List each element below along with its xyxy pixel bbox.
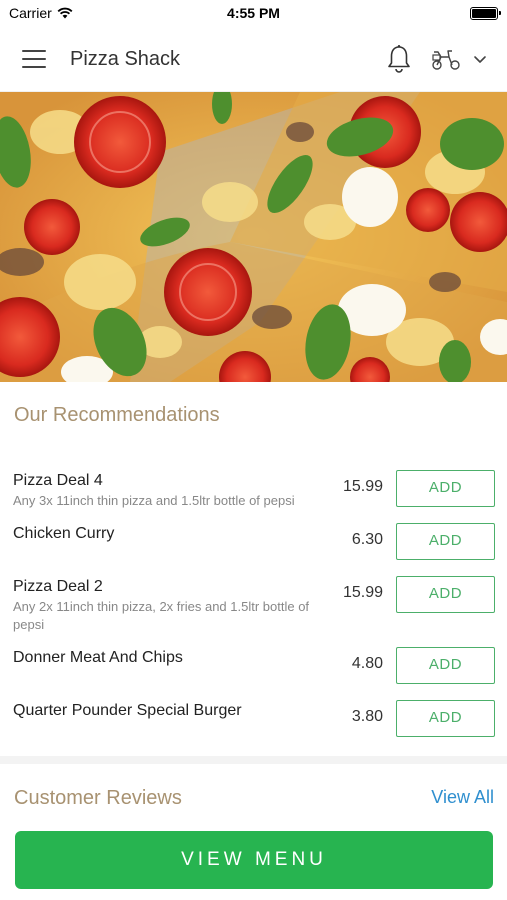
item-price: 3.80 [351,708,383,725]
bell-icon[interactable] [386,44,412,74]
chevron-down-icon[interactable] [472,52,488,66]
add-button[interactable]: ADD [396,700,495,737]
item-price: 6.30 [351,531,383,548]
status-bar: Carrier 4:55 PM [0,0,507,28]
battery-icon [470,7,501,20]
item-name: Donner Meat And Chips [13,649,183,666]
view-menu-button[interactable]: VIEW MENU [15,831,493,889]
status-time: 4:55 PM [227,5,280,21]
add-button[interactable]: ADD [396,523,495,560]
section-divider [0,756,507,764]
item-price: 15.99 [342,584,383,601]
item-description: Any 3x 11inch thin pizza and 1.5ltr bott… [13,493,295,508]
item-price: 15.99 [342,478,383,495]
add-button[interactable]: ADD [396,470,495,507]
recommendations-title: Our Recommendations [14,404,220,426]
item-description: Any 2x 11inch thin pizza, 2x fries and 1… [13,599,310,632]
menu-icon[interactable] [22,50,48,70]
item-price: 4.80 [351,655,383,672]
add-button[interactable]: ADD [396,576,495,613]
delivery-scooter-icon[interactable] [430,46,462,72]
hero-pizza-image [0,92,507,382]
item-name: Pizza Deal 4 [13,472,103,489]
app-title: Pizza Shack [70,48,181,70]
item-name: Chicken Curry [13,525,115,542]
view-all-link[interactable]: View All [431,787,494,808]
item-name: Quarter Pounder Special Burger [13,702,242,719]
item-name: Pizza Deal 2 [13,578,103,595]
reviews-title: Customer Reviews [14,787,182,809]
add-button[interactable]: ADD [396,647,495,684]
app-header: Pizza Shack [0,28,507,92]
